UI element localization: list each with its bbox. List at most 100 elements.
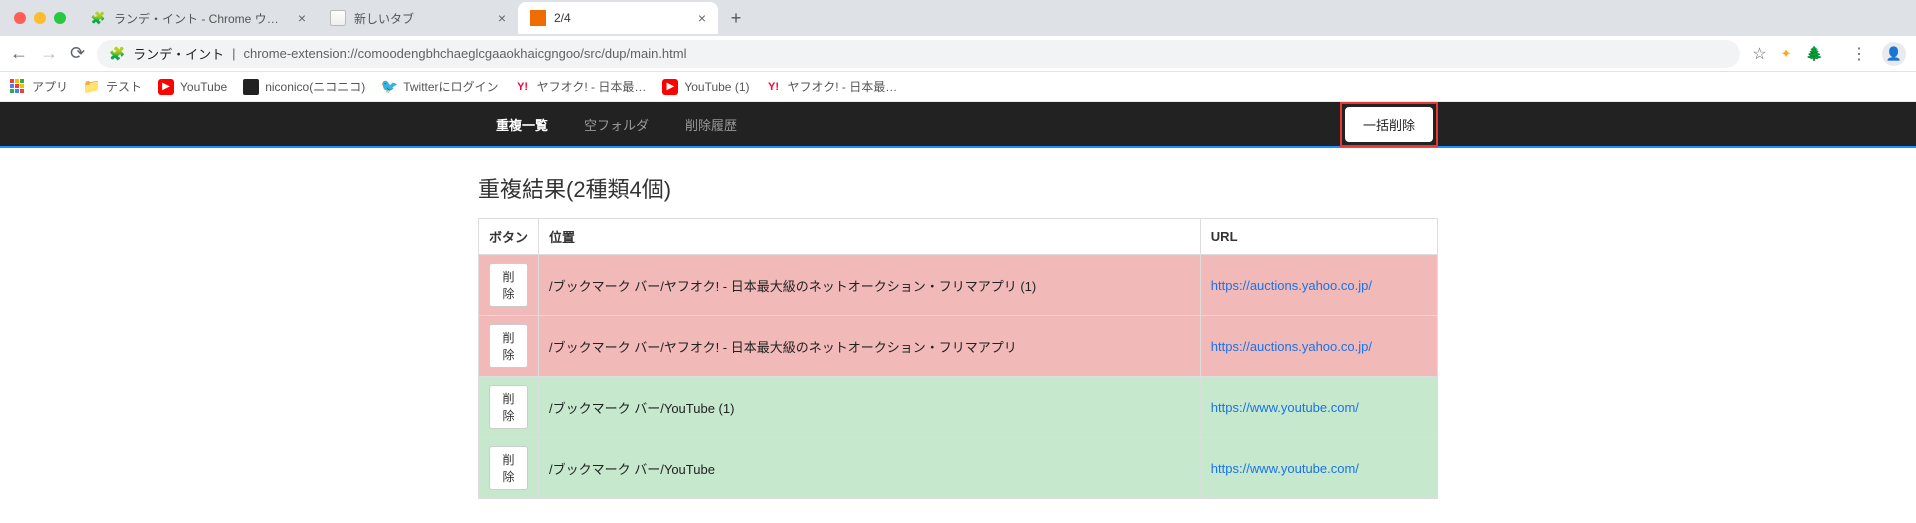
browser-tab[interactable]: 🧩 ランデ・イント - Chrome ウェブ × bbox=[78, 2, 318, 34]
toolbar: ← → ⟳ 🧩 ランデ・イント | chrome-extension://com… bbox=[0, 36, 1916, 72]
extension-nav-inner: 重複一覧 空フォルダ 削除履歴 一括削除 bbox=[478, 101, 1438, 147]
toolbar-right: ☆ ✦ 🌲 ⋮ 👤 bbox=[1752, 42, 1906, 66]
forward-button[interactable]: → bbox=[40, 43, 58, 64]
browser-tab-active[interactable]: 2/4 × bbox=[518, 2, 718, 34]
bookmark-folder[interactable]: 📁 テスト bbox=[84, 78, 142, 95]
tab-label: 重複一覧 bbox=[496, 115, 548, 134]
yahoo-icon: Y! bbox=[765, 79, 781, 95]
tab-title: 2/4 bbox=[554, 11, 690, 25]
table-row: 削除/ブックマーク バー/YouTube https://www.youtube.… bbox=[479, 438, 1438, 499]
youtube-icon: ▶ bbox=[662, 79, 678, 95]
delete-row-button[interactable]: 削除 bbox=[489, 446, 528, 490]
content-inner: 重複結果(2種類4個) ボタン 位置 URL 削除/ブックマーク バー/ヤフオク… bbox=[478, 172, 1438, 499]
result-heading: 重複結果(2種類4個) bbox=[478, 172, 1438, 204]
bookmark-label: niconico(ニコニコ) bbox=[265, 78, 365, 95]
cell-button: 削除 bbox=[479, 255, 539, 316]
bookmark-label: テスト bbox=[106, 78, 142, 95]
apps-grid-icon bbox=[10, 79, 26, 95]
tab-delete-history[interactable]: 削除履歴 bbox=[667, 101, 755, 147]
bookmark-label: ヤフオク! - 日本最… bbox=[787, 78, 897, 95]
content: 重複結果(2種類4個) ボタン 位置 URL 削除/ブックマーク バー/ヤフオク… bbox=[0, 148, 1916, 523]
col-url: URL bbox=[1200, 219, 1437, 255]
cell-button: 削除 bbox=[479, 377, 539, 438]
bookmark-yahoo-auction[interactable]: Y! ヤフオク! - 日本最… bbox=[765, 78, 897, 95]
cell-button: 削除 bbox=[479, 316, 539, 377]
cell-url: https://auctions.yahoo.co.jp/ bbox=[1200, 255, 1437, 316]
bookmark-yahoo-auction[interactable]: Y! ヤフオク! - 日本最… bbox=[515, 78, 647, 95]
close-tab-icon[interactable]: × bbox=[498, 10, 506, 26]
delete-row-button[interactable]: 削除 bbox=[489, 324, 528, 368]
omnibox-site: ランデ・イント bbox=[133, 44, 224, 63]
cell-url: https://auctions.yahoo.co.jp/ bbox=[1200, 316, 1437, 377]
close-window-icon[interactable] bbox=[14, 12, 26, 24]
folder-icon: 📁 bbox=[84, 79, 100, 95]
browser-chrome: 🧩 ランデ・イント - Chrome ウェブ × 新しいタブ × 2/4 × +… bbox=[0, 0, 1916, 102]
url-link[interactable]: https://auctions.yahoo.co.jp/ bbox=[1211, 278, 1372, 293]
col-button: ボタン bbox=[479, 219, 539, 255]
cell-position: /ブックマーク バー/ヤフオク! - 日本最大級のネットオークション・フリマアプ… bbox=[539, 316, 1201, 377]
bulk-delete-highlight: 一括削除 bbox=[1340, 102, 1438, 147]
tab-title: ランデ・イント - Chrome ウェブ bbox=[114, 10, 290, 27]
extension-icon[interactable]: ✦ bbox=[1781, 46, 1792, 62]
browser-tab[interactable]: 新しいタブ × bbox=[318, 2, 518, 34]
minimize-window-icon[interactable] bbox=[34, 12, 46, 24]
cell-position: /ブックマーク バー/YouTube bbox=[539, 438, 1201, 499]
cell-url: https://www.youtube.com/ bbox=[1200, 438, 1437, 499]
omnibox-sep: | bbox=[232, 46, 235, 61]
table-row: 削除/ブックマーク バー/YouTube (1) https://www.yout… bbox=[479, 377, 1438, 438]
cell-url: https://www.youtube.com/ bbox=[1200, 377, 1437, 438]
tab-strip: 🧩 ランデ・イント - Chrome ウェブ × 新しいタブ × 2/4 × + bbox=[0, 0, 1916, 36]
extension-favicon-icon bbox=[530, 10, 546, 26]
bookmark-apps[interactable]: アプリ bbox=[10, 78, 68, 95]
bookmark-label: Twitterにログイン bbox=[403, 78, 498, 95]
bookmark-label: YouTube bbox=[180, 80, 227, 94]
bookmark-label: アプリ bbox=[32, 78, 68, 95]
tab-label: 空フォルダ bbox=[584, 115, 649, 134]
tab-duplicates[interactable]: 重複一覧 bbox=[478, 101, 566, 147]
twitter-icon: 🐦 bbox=[381, 79, 397, 95]
bulk-delete-button[interactable]: 一括削除 bbox=[1345, 107, 1433, 142]
omnibox-path: chrome-extension://comoodengbhchaeglcgaa… bbox=[244, 46, 687, 61]
extension-nav: 重複一覧 空フォルダ 削除履歴 一括削除 bbox=[0, 102, 1916, 148]
store-favicon-icon: 🧩 bbox=[90, 10, 106, 26]
tab-empty-folders[interactable]: 空フォルダ bbox=[566, 101, 667, 147]
url-link[interactable]: https://auctions.yahoo.co.jp/ bbox=[1211, 339, 1372, 354]
table-row: 削除/ブックマーク バー/ヤフオク! - 日本最大級のネットオークション・フリマ… bbox=[479, 316, 1438, 377]
url-link[interactable]: https://www.youtube.com/ bbox=[1211, 400, 1359, 415]
zoom-window-icon[interactable] bbox=[54, 12, 66, 24]
delete-row-button[interactable]: 削除 bbox=[489, 263, 528, 307]
bookmark-youtube[interactable]: ▶ YouTube (1) bbox=[662, 79, 749, 95]
cell-position: /ブックマーク バー/YouTube (1) bbox=[539, 377, 1201, 438]
cell-position: /ブックマーク バー/ヤフオク! - 日本最大級のネットオークション・フリマアプ… bbox=[539, 255, 1201, 316]
window-controls bbox=[8, 12, 78, 24]
table-row: 削除/ブックマーク バー/ヤフオク! - 日本最大級のネットオークション・フリマ… bbox=[479, 255, 1438, 316]
new-tab-button[interactable]: + bbox=[722, 4, 750, 32]
profile-avatar-icon[interactable]: 👤 bbox=[1882, 42, 1906, 66]
back-button[interactable]: ← bbox=[10, 43, 28, 64]
duplicates-table: ボタン 位置 URL 削除/ブックマーク バー/ヤフオク! - 日本最大級のネッ… bbox=[478, 218, 1438, 499]
extension-icon[interactable]: 🌲 bbox=[1806, 45, 1823, 62]
bookmarks-bar: アプリ 📁 テスト ▶ YouTube niconico(ニコニコ) 🐦 Twi… bbox=[0, 72, 1916, 102]
delete-row-button[interactable]: 削除 bbox=[489, 385, 528, 429]
table-header-row: ボタン 位置 URL bbox=[479, 219, 1438, 255]
bookmark-label: ヤフオク! - 日本最… bbox=[537, 78, 647, 95]
url-link[interactable]: https://www.youtube.com/ bbox=[1211, 461, 1359, 476]
tab-title: 新しいタブ bbox=[354, 10, 490, 27]
col-position: 位置 bbox=[539, 219, 1201, 255]
bookmark-star-icon[interactable]: ☆ bbox=[1752, 44, 1766, 64]
yahoo-icon: Y! bbox=[515, 79, 531, 95]
bookmark-label: YouTube (1) bbox=[684, 80, 749, 94]
bookmark-niconico[interactable]: niconico(ニコニコ) bbox=[243, 78, 365, 95]
tab-label: 削除履歴 bbox=[685, 115, 737, 134]
menu-icon[interactable]: ⋮ bbox=[1851, 44, 1868, 64]
close-tab-icon[interactable]: × bbox=[298, 10, 306, 26]
blank-favicon-icon bbox=[330, 10, 346, 26]
bookmark-youtube[interactable]: ▶ YouTube bbox=[158, 79, 227, 95]
extension-puzzle-icon: 🧩 bbox=[109, 46, 125, 62]
bookmark-twitter[interactable]: 🐦 Twitterにログイン bbox=[381, 78, 498, 95]
omnibox[interactable]: 🧩 ランデ・イント | chrome-extension://comoodeng… bbox=[97, 40, 1740, 68]
close-tab-icon[interactable]: × bbox=[698, 10, 706, 26]
reload-button[interactable]: ⟳ bbox=[70, 43, 85, 64]
youtube-icon: ▶ bbox=[158, 79, 174, 95]
niconico-icon bbox=[243, 79, 259, 95]
